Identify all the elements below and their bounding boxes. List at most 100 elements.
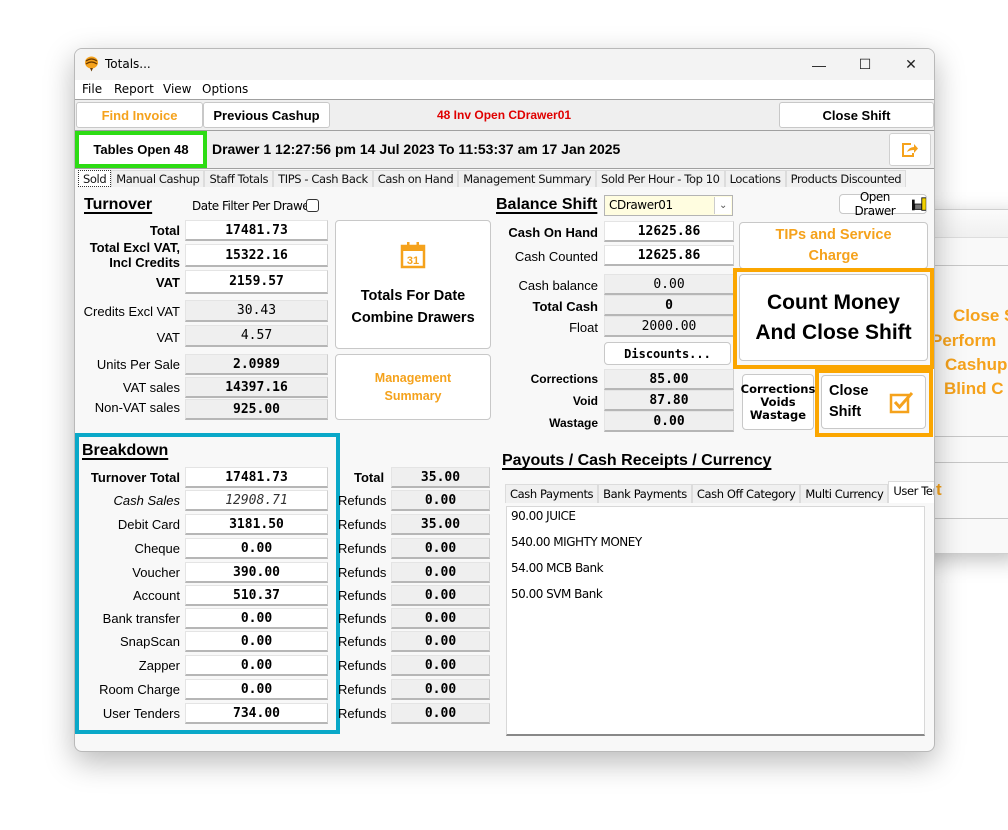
count-money-line1: Count Money (767, 290, 900, 314)
units-per-sale-label: Units Per Sale (96, 357, 180, 372)
cash-counted-label: Cash Counted (514, 249, 598, 264)
refund-label: Refunds (338, 541, 387, 556)
refund-label: Refunds (338, 611, 387, 626)
bg-dialog-line-2: Perform (931, 331, 997, 350)
float-label: Float (569, 320, 598, 335)
tips-line1: TIPs and Service (775, 226, 892, 243)
breakdown-label: Cheque (134, 541, 180, 556)
export-arrow-icon (902, 142, 918, 157)
tab-cash-off-category[interactable]: Cash Off Category (691, 484, 801, 503)
count-money-close-shift-button[interactable]: Count Money And Close Shift (739, 274, 928, 361)
total-cash-label: Total Cash (532, 299, 599, 314)
list-item[interactable]: 54.00 MCB Bank (511, 561, 604, 575)
list-item[interactable]: 50.00 SVM Bank (511, 587, 603, 601)
drawer-select[interactable]: CDrawer01 ⌄ (604, 195, 733, 216)
cash-drawer-icon (911, 196, 926, 211)
close-shift-toolbar-button[interactable]: Close Shift (779, 102, 934, 128)
corrections-value: 85.00 (604, 369, 734, 390)
menu-view[interactable]: View (163, 82, 191, 96)
void-label: Void (572, 394, 598, 408)
discounts-button[interactable]: Discounts... (604, 342, 731, 365)
tab-management-summary[interactable]: Management Summary (458, 170, 597, 187)
tab-manual-cashup[interactable]: Manual Cashup (111, 170, 205, 187)
totals-for-date-button[interactable]: 31 Totals For Date Combine Drawers (335, 220, 491, 349)
close-shift-line1: Close (829, 383, 869, 399)
cash-balance-value: 0.00 (604, 274, 734, 295)
minimize-button[interactable]: — (796, 49, 842, 80)
tab-staff-totals[interactable]: Staff Totals (204, 170, 274, 187)
tab-cash-on-hand[interactable]: Cash on Hand (372, 170, 459, 187)
find-invoice-button[interactable]: Find Invoice (76, 102, 203, 128)
close-shift-button[interactable]: Close Shift (821, 375, 926, 429)
list-item[interactable]: 90.00 JUICE (511, 509, 576, 523)
cvw-line1: Corrections (740, 381, 816, 396)
total-excl-vat-line2: Incl Credits (109, 255, 180, 270)
turnover-total-value: 17481.73 (185, 220, 328, 241)
tab-cash-payments[interactable]: Cash Payments (505, 484, 599, 503)
vat-label: VAT (155, 275, 180, 290)
vat-sales-value: 14397.16 (185, 377, 328, 398)
menu-options[interactable]: Options (202, 82, 248, 96)
title-bar: Totals... — ☐ ✕ (75, 49, 934, 80)
wastage-value: 0.00 (604, 411, 734, 432)
tips-line2: Charge (808, 247, 859, 264)
tab-multi-currency[interactable]: Multi Currency (800, 484, 889, 503)
corrections-voids-wastage-button[interactable]: Corrections Voids Wastage (740, 374, 816, 430)
payouts-list[interactable]: 90.00 JUICE 540.00 MIGHTY MONEY 54.00 MC… (506, 506, 925, 736)
breakdown-label: Cash Sales (113, 493, 180, 508)
menu-file[interactable]: File (82, 82, 102, 96)
main-tabs: Sold Manual Cashup Staff Totals TIPS - C… (78, 170, 907, 188)
refund-value: 35.00 (391, 467, 490, 488)
refund-label: Refunds (338, 588, 387, 603)
previous-cashup-button[interactable]: Previous Cashup (203, 102, 330, 128)
svg-text:31: 31 (407, 255, 419, 267)
breakdown-value: 3181.50 (185, 514, 328, 535)
bg-dialog-partial: t (936, 480, 942, 499)
totals-for-date-line1: Totals For Date (360, 287, 466, 304)
refund-label: Refunds (338, 517, 387, 532)
close-window-button[interactable]: ✕ (888, 49, 934, 80)
refund-label: Total (354, 470, 385, 485)
maximize-button[interactable]: ☐ (842, 49, 888, 80)
breakdown-value: 17481.73 (185, 467, 328, 488)
close-shift-line2: Shift (829, 404, 862, 420)
refund-value: 0.00 (391, 655, 490, 676)
drawer-select-value: CDrawer01 (609, 198, 673, 212)
tab-locations[interactable]: Locations (724, 170, 786, 187)
refund-label: Refunds (338, 493, 387, 508)
cash-counted-value: 12625.86 (604, 245, 734, 266)
refund-value: 0.00 (391, 490, 490, 511)
open-drawer-button[interactable]: Open Drawer (839, 190, 927, 218)
tab-tips-cash-back[interactable]: TIPS - Cash Back (273, 170, 373, 187)
payouts-tabs: Cash Payments Bank Payments Cash Off Cat… (505, 481, 934, 503)
count-money-line2: And Close Shift (755, 320, 912, 344)
cvw-line3: Wastage (749, 407, 807, 422)
date-filter-checkbox[interactable] (306, 199, 319, 212)
management-summary-button[interactable]: Management Summary (335, 354, 491, 420)
breakdown-label: Voucher (132, 565, 180, 580)
breakdown-label: Debit Card (117, 517, 180, 532)
export-button[interactable] (889, 133, 931, 166)
tab-products-discounted[interactable]: Products Discounted (785, 170, 907, 187)
tab-sold[interactable]: Sold (78, 170, 112, 187)
refund-value: 0.00 (391, 631, 490, 652)
breakdown-label: User Tenders (102, 706, 180, 721)
non-vat-sales-value: 925.00 (185, 399, 328, 420)
list-item[interactable]: 540.00 MIGHTY MONEY (511, 535, 642, 549)
total-cash-value: 0 (604, 295, 734, 316)
tables-open-button[interactable]: Tables Open 48 (75, 131, 207, 168)
totals-window: Totals... — ☐ ✕ File Report View Options… (74, 48, 935, 752)
breakdown-value: 734.00 (185, 703, 328, 724)
menu-report[interactable]: Report (114, 82, 154, 96)
drawer-bar: Tables Open 48 Drawer 1 12:27:56 pm 14 J… (75, 131, 934, 169)
cash-on-hand-value: 12625.86 (604, 221, 734, 242)
tips-service-charge-button[interactable]: TIPs and Service Charge (739, 222, 928, 269)
breakdown-value: 0.00 (185, 608, 328, 629)
tab-user-tenders[interactable]: User Tenders (888, 481, 934, 503)
tab-bank-payments[interactable]: Bank Payments (598, 484, 692, 503)
wastage-label: Wastage (549, 416, 598, 430)
refund-value: 0.00 (391, 585, 490, 606)
tab-sold-per-hour[interactable]: Sold Per Hour - Top 10 (596, 170, 725, 187)
non-vat-sales-label: Non-VAT sales (94, 400, 180, 415)
units-per-sale-value: 2.0989 (185, 354, 328, 375)
